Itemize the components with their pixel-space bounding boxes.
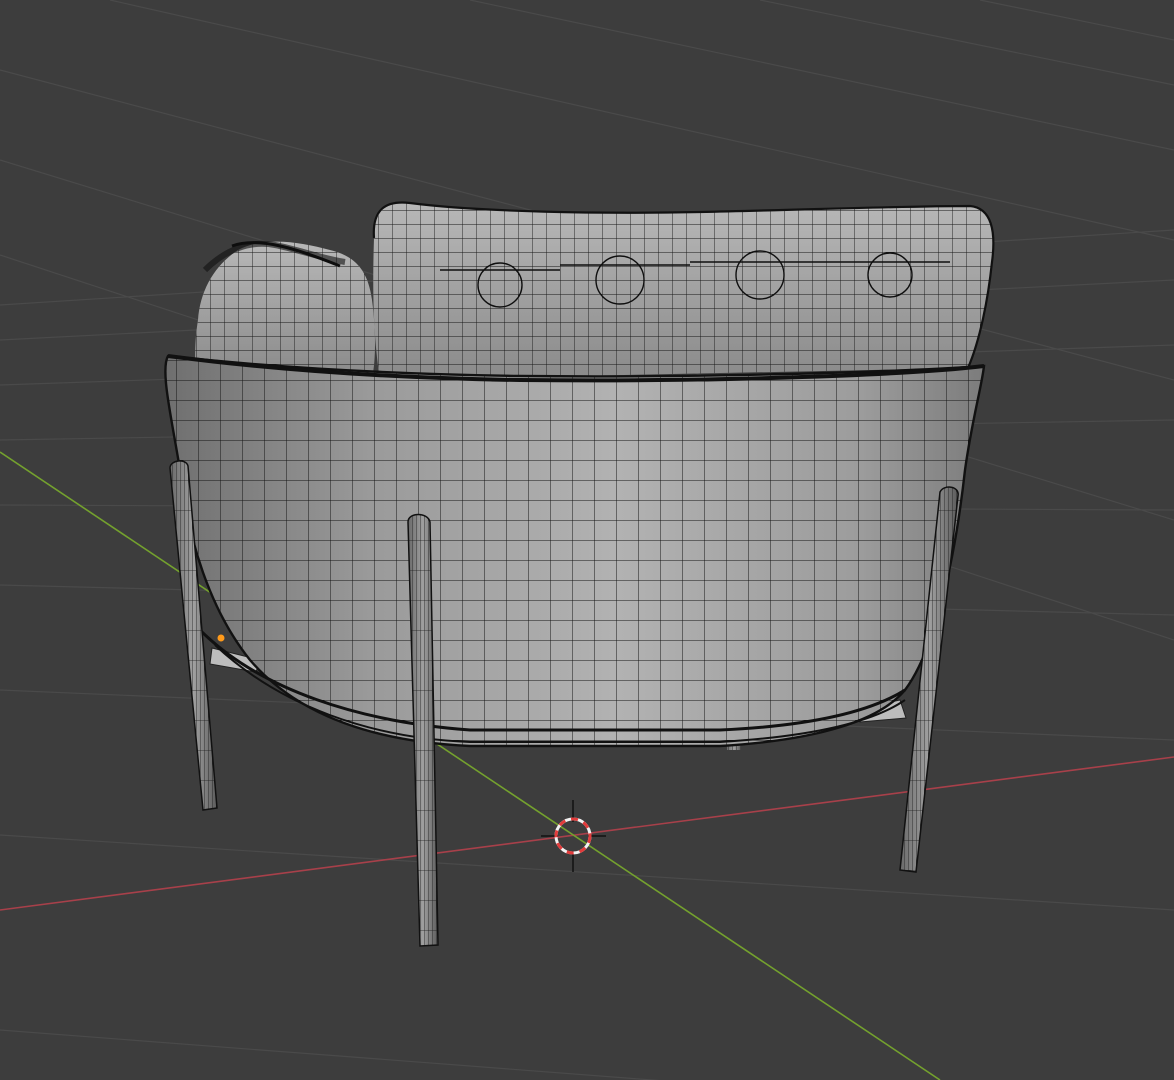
- axis-x-line: [0, 756, 1174, 911]
- back-cushion: [372, 201, 995, 380]
- object-origin-icon: [217, 634, 225, 642]
- armchair-mesh[interactable]: [150, 195, 1000, 947]
- chair-shell: [164, 354, 986, 748]
- 3d-viewport[interactable]: [0, 0, 1174, 1080]
